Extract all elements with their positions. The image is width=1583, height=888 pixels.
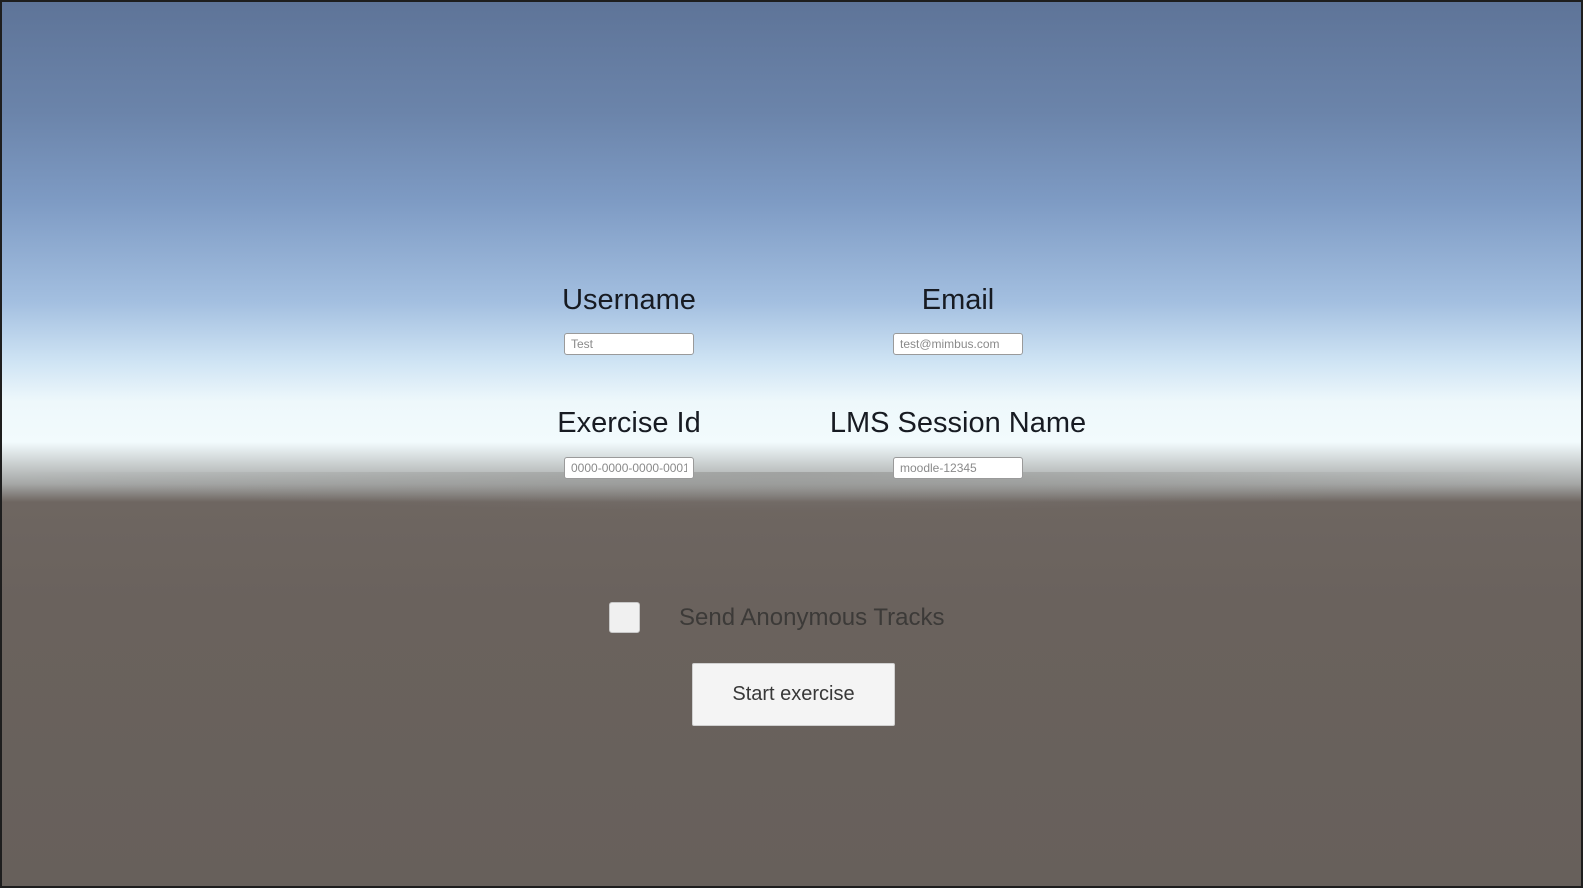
exercise-id-field[interactable] [564, 457, 694, 479]
lms-session-name-field[interactable] [893, 457, 1023, 479]
username-label: Username [562, 284, 696, 316]
email-field[interactable] [893, 333, 1023, 355]
send-anonymous-tracks-checkbox[interactable] [609, 602, 640, 633]
username-field[interactable] [564, 333, 694, 355]
horizon-glow [2, 472, 1581, 512]
send-anonymous-tracks-label: Send Anonymous Tracks [679, 604, 945, 631]
lms-session-name-label: LMS Session Name [829, 407, 1087, 439]
skybox-background: Username Email Exercise Id LMS Session N… [0, 0, 1583, 888]
exercise-id-label: Exercise Id [557, 407, 701, 439]
start-exercise-button[interactable]: Start exercise [692, 663, 895, 726]
email-label: Email [921, 284, 995, 316]
